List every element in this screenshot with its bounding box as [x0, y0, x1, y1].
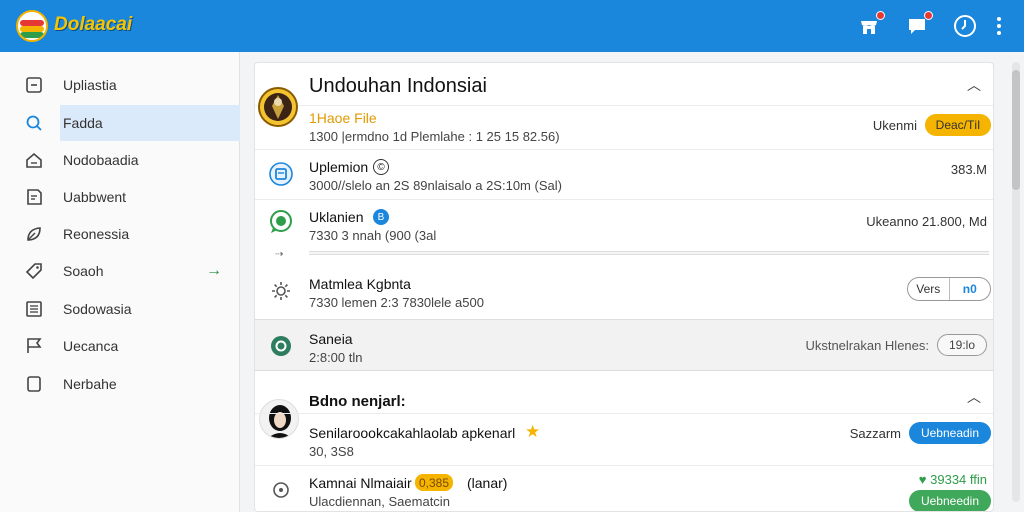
- list-item[interactable]: Kamnai Nlmaiair 0,385 (lanar) Ulacdienna…: [255, 465, 993, 511]
- list-item[interactable]: Uplemion © 3000//slelo an 2S 89nlaisalo …: [255, 149, 993, 199]
- document-icon: [24, 187, 44, 207]
- leaf-icon: [24, 224, 44, 244]
- home-icon: [24, 150, 44, 170]
- action-button[interactable]: Uebneedin: [909, 490, 991, 511]
- row-status: Ukstnelrakan Hlenes:: [805, 338, 929, 353]
- sidebar-item-label: Nerbahe: [63, 376, 117, 392]
- sidebar-item-label: Soaoh: [63, 263, 104, 279]
- record-icon: [267, 332, 295, 360]
- window-icon: [24, 75, 44, 95]
- row-title: Uplemion: [309, 159, 369, 175]
- progress-track: [309, 251, 989, 255]
- list-item[interactable]: Uklanien B 7330 3 nnah (900 (3al Ukeanno…: [255, 199, 993, 249]
- sidebar-item-soaoh[interactable]: Soaoh →: [0, 253, 240, 289]
- list-item[interactable]: Senilaroookcakahlaolab apkenarl ★ 30, 3S…: [255, 413, 993, 465]
- sidebar-item-uecanca[interactable]: Uecanca: [0, 328, 240, 364]
- sidebar-item-nodobaadia[interactable]: Nodobaadia: [0, 142, 240, 178]
- action-button[interactable]: Uebneadin: [909, 422, 991, 444]
- count-badge[interactable]: 19:lo: [937, 334, 987, 356]
- sidebar-item-label: Uabbwent: [63, 189, 127, 205]
- row-value: ♥ 39334 ffin: [918, 472, 987, 487]
- tag-icon: [24, 261, 44, 281]
- sidebar-item-uabbwent[interactable]: Uabbwent: [0, 179, 240, 215]
- list-item[interactable]: Saneia 2:8:00 tln Ukstnelrakan Hlenes: 1…: [255, 319, 993, 371]
- sidebar-item-label: Fadda: [63, 115, 103, 131]
- app-logo[interactable]: [16, 10, 48, 42]
- row-subtitle: 2:8:00 tln: [309, 350, 363, 365]
- scrollbar[interactable]: [1012, 62, 1020, 502]
- sidebar-item-label: Nodobaadia: [63, 152, 139, 168]
- arrows-icon: ⇢: [275, 249, 284, 260]
- row-title: 1Haoe File: [309, 110, 377, 126]
- row-status: Ukenmi: [872, 118, 917, 133]
- flag-icon: [24, 336, 44, 356]
- power-icon[interactable]: [952, 13, 978, 39]
- calendar-icon: [267, 160, 295, 188]
- coin-badge: 0,385: [415, 474, 454, 491]
- scrollbar-thumb[interactable]: [1012, 70, 1020, 190]
- toggle-option-n0[interactable]: n0: [950, 278, 991, 300]
- list-item[interactable]: 1Haoe File 1300 |ermdno 1d Plemlahe : 1 …: [255, 87, 993, 149]
- store-icon[interactable]: [856, 11, 885, 39]
- row-title: Saneia: [309, 331, 353, 347]
- chat-bubble-icon: [267, 208, 295, 236]
- sidebar-item-nerbahe[interactable]: Nerbahe: [0, 366, 240, 402]
- row-subtitle: 1300 |ermdno 1d Plemlahe : 1 25 15 82.56…: [309, 129, 560, 144]
- collapse-icon[interactable]: ︿: [967, 387, 981, 407]
- collapse-icon[interactable]: ︿: [967, 75, 981, 95]
- row-subtitle: 7330 lemen 2:3 7830lele a500: [309, 295, 484, 310]
- emblem-icon: [257, 86, 299, 128]
- sidebar-item-label: Sodowasia: [63, 301, 132, 317]
- row-title: Uklanien: [309, 209, 364, 225]
- section-title: Undouhan Indonsiai: [309, 75, 487, 97]
- search-icon: [24, 113, 44, 133]
- gear-icon: [267, 277, 295, 305]
- expand-arrow-icon[interactable]: →: [206, 262, 222, 280]
- sidebar-item-upliastia[interactable]: Upliastia: [0, 67, 240, 103]
- sidebar-item-fadda[interactable]: Fadda: [0, 105, 240, 141]
- row-value: Ukeanno 21.800, Md: [866, 214, 987, 229]
- segmented-toggle[interactable]: Vers n0: [907, 277, 991, 301]
- list-icon: [24, 299, 44, 319]
- row-value: 383.M: [950, 162, 987, 177]
- row-subtitle: 3000//slelo an 2S 89nlaisalo a 2S:10m (S…: [309, 178, 562, 193]
- row-subtitle: 7330 3 nnah (900 (3al: [309, 228, 437, 243]
- list-item[interactable]: Matmlea Kgbnta 7330 lemen 2:3 7830lele a…: [255, 263, 993, 319]
- bluetooth-badge: B: [373, 209, 389, 225]
- sidebar-item-reonessia[interactable]: Reonessia: [0, 216, 240, 252]
- sidebar-item-label: Uecanca: [63, 338, 119, 354]
- more-vert-icon[interactable]: [986, 13, 1012, 39]
- toggle-option-vers[interactable]: Vers: [908, 278, 950, 300]
- row-title-suffix: (lanar): [467, 475, 508, 491]
- sidebar-item-label: Reonessia: [63, 226, 130, 242]
- main-panel: Undouhan Indonsiai ︿ 1Haoe File 1300 |er…: [254, 62, 994, 512]
- row-title: Kamnai Nlmaiair: [309, 475, 412, 491]
- sidebar-item-sodowasia[interactable]: Sodowasia: [0, 291, 240, 327]
- row-subtitle: Ulacdiennan, Saematcin: [309, 494, 450, 509]
- chat-icon[interactable]: [904, 11, 933, 39]
- row-title: Matmlea Kgbnta: [309, 276, 411, 292]
- info-badge: ©: [373, 159, 389, 175]
- sidebar-item-label: Upliastia: [63, 77, 117, 93]
- app-brand: Dolaacai: [54, 14, 133, 35]
- row-title: Senilaroookcakahlaolab apkenarl: [309, 425, 516, 441]
- section-title: Bdno nenjarl:: [309, 393, 406, 410]
- top-app-bar: Dolaacai: [0, 0, 1024, 52]
- row-subtitle: 30, 3S8: [309, 444, 354, 459]
- status-badge[interactable]: Deaс/ТiI: [925, 114, 991, 136]
- star-icon: ★: [525, 422, 541, 441]
- sidebar: Upliastia Fadda Nodobaadia Uabbwent Reon…: [0, 52, 240, 512]
- settings-icon: [267, 476, 295, 504]
- square-icon: [24, 374, 44, 394]
- row-status: Sazzarm: [849, 426, 901, 441]
